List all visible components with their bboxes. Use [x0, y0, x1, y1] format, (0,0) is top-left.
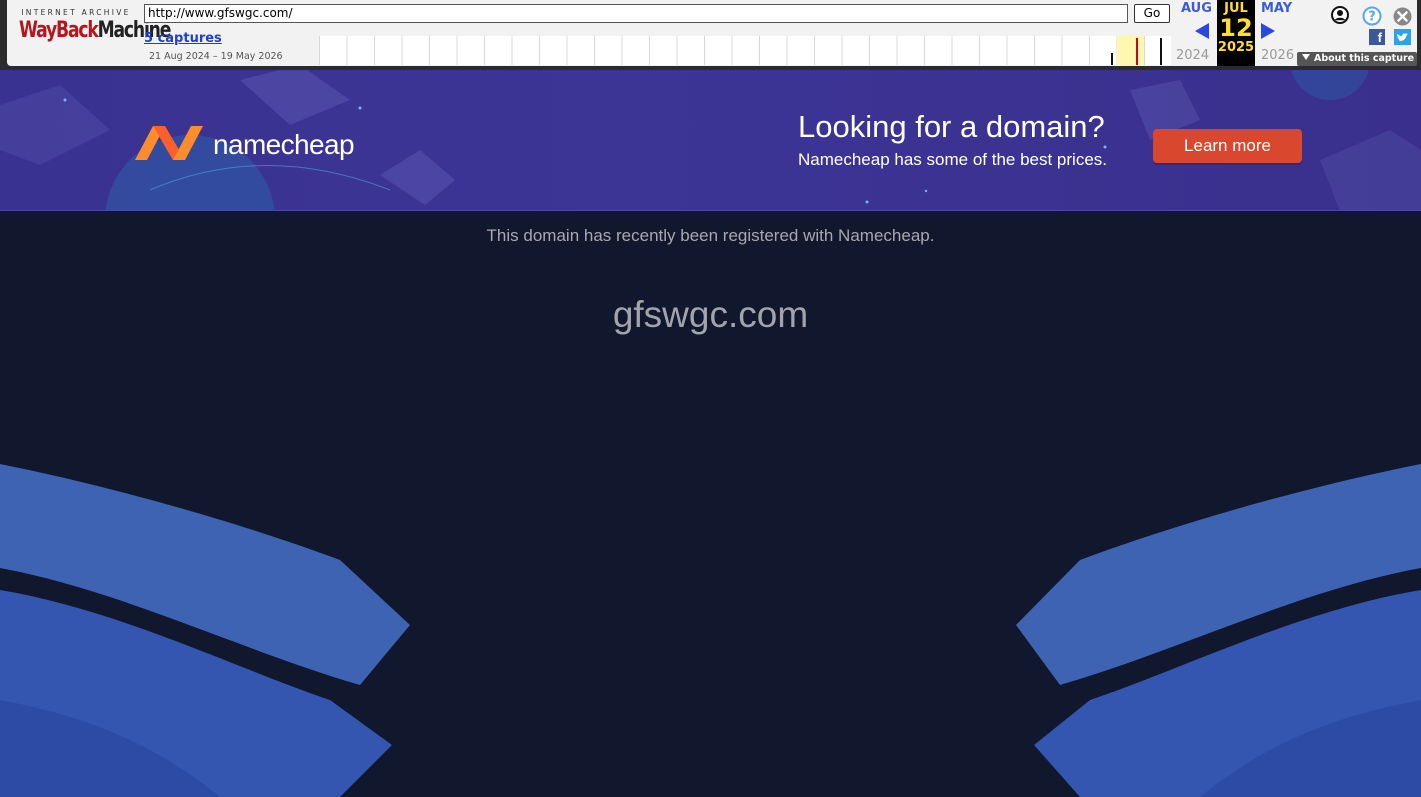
captures-link[interactable]: 5 captures: [144, 31, 222, 46]
wayback-go-button[interactable]: Go: [1134, 4, 1170, 23]
capture-date-range: 21 Aug 2024 – 19 May 2026: [149, 51, 283, 62]
current-capture-date: JUL 12 2025: [1217, 0, 1255, 66]
user-icon[interactable]: [1331, 6, 1349, 24]
domain-name-heading: gfswgc.com: [612, 294, 809, 335]
wayback-url-input[interactable]: http://www.gfswgc.com/: [144, 4, 1128, 23]
namecheap-wordmark: namecheap: [213, 129, 355, 160]
wayback-logo-wordmark: WayBackMachine: [19, 18, 171, 43]
next-capture-month[interactable]: MAY: [1261, 1, 1292, 16]
next-capture-year[interactable]: 2026: [1261, 48, 1294, 63]
wayback-logo[interactable]: INTERNET ARCHIVE WayBackMachine: [19, 8, 171, 54]
prev-capture-arrow-icon[interactable]: [1195, 23, 1209, 39]
capture-sparkline[interactable]: [319, 36, 1171, 65]
prev-capture-month[interactable]: AUG: [1181, 1, 1212, 16]
help-icon[interactable]: ?: [1362, 6, 1382, 26]
caret-down-icon: [1302, 54, 1310, 60]
wayback-logo-wayback: WayBack: [19, 18, 99, 43]
promo-subtitle: Namecheap has some of the best prices.: [798, 150, 1107, 169]
about-capture-label: About this capture: [1314, 53, 1415, 64]
current-capture-day: 12: [1219, 14, 1253, 42]
svg-text:?: ?: [1368, 10, 1376, 25]
prev-capture-year[interactable]: 2024: [1176, 48, 1209, 63]
facebook-icon[interactable]: f: [1369, 29, 1385, 45]
decorative-waves: [0, 464, 1421, 797]
registered-message: This domain has recently been registered…: [486, 226, 935, 245]
about-capture-dropdown[interactable]: About this capture: [1297, 52, 1417, 66]
namecheap-promo-banner[interactable]: namecheap Looking for a domain? Namechea…: [0, 70, 1421, 211]
wayback-toolbar-panel: INTERNET ARCHIVE WayBackMachine http://w…: [7, 0, 1417, 66]
promo-title: Looking for a domain?: [798, 109, 1105, 144]
sparkline-capture-bar: [1160, 38, 1162, 65]
learn-more-button[interactable]: Learn more: [1153, 129, 1302, 163]
namecheap-logo-icon: [135, 126, 203, 160]
wayback-logo-archive-text: INTERNET ARCHIVE: [21, 8, 131, 17]
current-capture-year: 2025: [1217, 40, 1255, 55]
close-icon[interactable]: [1393, 7, 1412, 26]
wayback-toolbar: INTERNET ARCHIVE WayBackMachine http://w…: [0, 0, 1421, 70]
sparkline-capture-bar: [1111, 53, 1113, 65]
next-capture-arrow-icon[interactable]: [1261, 23, 1275, 39]
sparkline-capture-bar: [1136, 38, 1138, 65]
sparkline-current-month: [1117, 36, 1144, 65]
twitter-icon[interactable]: [1394, 29, 1411, 45]
